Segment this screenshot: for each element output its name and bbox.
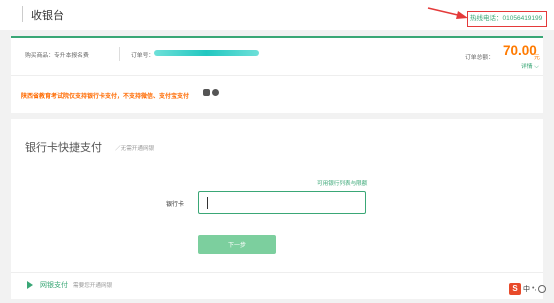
currency-unit: 元 <box>534 55 540 61</box>
detail-link[interactable]: 详情 ⌵ <box>521 61 539 71</box>
quick-pay-subtitle: ／无需开通网银 <box>115 146 155 152</box>
total-label: 订单总额： <box>465 55 494 61</box>
order-number-label: 订单号： <box>131 53 155 59</box>
hotline-text: 热线电话：01056419199 <box>467 11 547 27</box>
quick-pay-title: 银行卡快捷支付 <box>25 142 102 154</box>
ime-toolbar[interactable]: S 中 •, <box>509 282 553 295</box>
netbank-subtitle: 需要您开通网银 <box>73 283 113 289</box>
summary-divider <box>119 47 120 61</box>
bank-card-icon <box>203 89 210 96</box>
expand-triangle-icon[interactable] <box>27 281 33 289</box>
goods-label: 购买商品：专升本报名费 <box>25 53 89 59</box>
next-step-button[interactable]: 下一步 <box>198 235 276 254</box>
order-number-redacted <box>154 50 259 56</box>
summary-separator <box>11 75 543 76</box>
bank-card-input[interactable] <box>198 191 366 214</box>
supported-banks-link[interactable]: 可用银行列表与限额 <box>317 179 367 187</box>
section-divider <box>11 272 543 273</box>
sogou-logo-icon[interactable]: S <box>509 282 521 295</box>
smile-icon[interactable] <box>538 284 547 293</box>
bank-card-label: 银行卡 <box>166 202 185 208</box>
chat-icon <box>212 89 219 96</box>
netbank-pay-link[interactable]: 网银支付 <box>40 280 68 290</box>
payment-panel: 银行卡快捷支付 ／无需开通网银 可用银行列表与限额 银行卡 下一步 网银支付 需… <box>11 119 543 299</box>
page-title: 收银台 <box>31 10 64 22</box>
ime-mode[interactable]: 中 <box>523 284 530 294</box>
ime-punctuation[interactable]: •, <box>532 285 536 292</box>
text-caret <box>207 197 208 209</box>
payment-notice: 陕西省教育考试院仅支持银行卡支付，不支持微信、支付宝支付 <box>21 94 190 100</box>
order-summary: 购买商品：专升本报名费 订单号： 订单总额： 70.00 元 详情 ⌵ 陕西省教… <box>11 36 543 113</box>
title-divider <box>22 6 23 22</box>
top-bar: 收银台 热线电话：01056419199 <box>0 0 554 30</box>
total-amount: 70.00 <box>503 43 537 58</box>
